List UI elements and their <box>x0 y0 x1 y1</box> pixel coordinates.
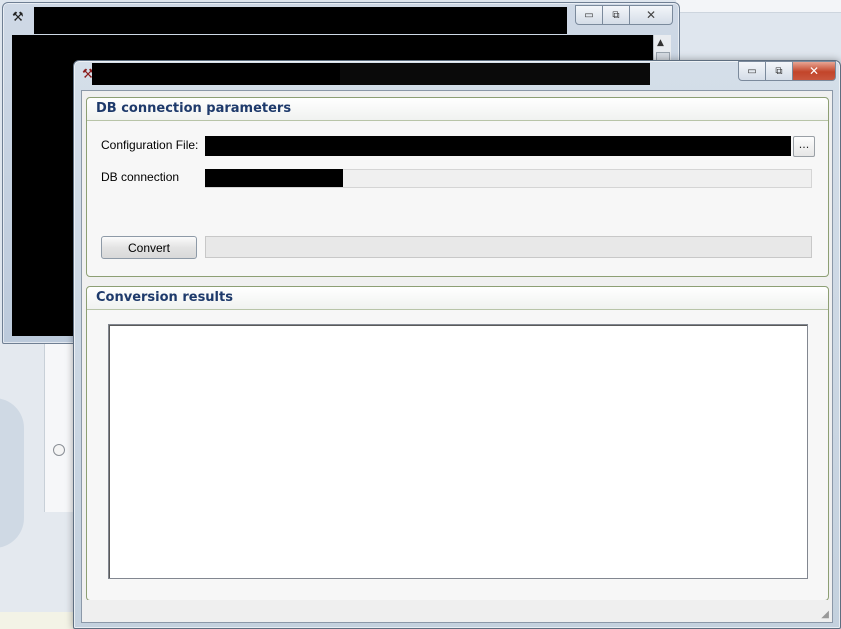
close-icon: ✕ <box>645 8 657 22</box>
db-connection-group-title: DB connection parameters <box>87 98 828 121</box>
db-connection-label: DB connection <box>101 170 180 184</box>
background-radio-button[interactable] <box>53 444 65 456</box>
conversion-results-textbox[interactable] <box>108 324 808 579</box>
conversion-progress-bar <box>205 236 812 258</box>
background-decoration <box>0 398 24 548</box>
background-footer <box>0 612 76 629</box>
minimize-button[interactable]: ▭ <box>738 61 766 81</box>
window-title-redacted <box>34 7 567 34</box>
app-icon: ⚒ <box>12 10 24 25</box>
convert-button[interactable]: Convert <box>101 236 197 259</box>
conversion-results-group: Conversion results <box>86 286 829 601</box>
minimize-icon: ▭ <box>584 9 594 21</box>
close-icon: ✕ <box>808 64 820 78</box>
configuration-file-input[interactable] <box>205 136 791 156</box>
window-title-redacted <box>92 63 340 85</box>
browse-button[interactable]: ... <box>793 136 815 157</box>
window-title-redacted-extension <box>340 63 650 85</box>
db-connection-group: DB connection parameters Configuration F… <box>86 97 829 277</box>
db-connection-value-redacted <box>205 169 343 187</box>
conversion-results-group-title: Conversion results <box>87 287 828 310</box>
configuration-file-label: Configuration File: <box>101 138 199 152</box>
close-button[interactable]: ✕ <box>792 61 836 81</box>
converter-window[interactable]: ⚒ ▭ ⧉ ✕ DB connection parameters Configu… <box>73 60 841 629</box>
convert-button-label: Convert <box>127 240 171 255</box>
close-button[interactable]: ✕ <box>629 5 673 25</box>
status-bar: ◢ <box>82 600 832 622</box>
restore-button[interactable]: ⧉ <box>602 5 630 25</box>
scroll-up-icon[interactable]: ▲ <box>657 38 664 48</box>
restore-button[interactable]: ⧉ <box>765 61 793 81</box>
window-client-area: DB connection parameters Configuration F… <box>81 90 833 623</box>
minimize-button[interactable]: ▭ <box>575 5 603 25</box>
restore-icon: ⧉ <box>612 9 620 21</box>
resize-grip-icon[interactable]: ◢ <box>821 609 829 620</box>
minimize-icon: ▭ <box>747 65 757 77</box>
background-window-edge <box>676 0 841 13</box>
restore-icon: ⧉ <box>775 65 783 77</box>
caption-buttons: ▭ ⧉ ✕ <box>738 61 836 81</box>
caption-buttons: ▭ ⧉ ✕ <box>575 5 673 25</box>
